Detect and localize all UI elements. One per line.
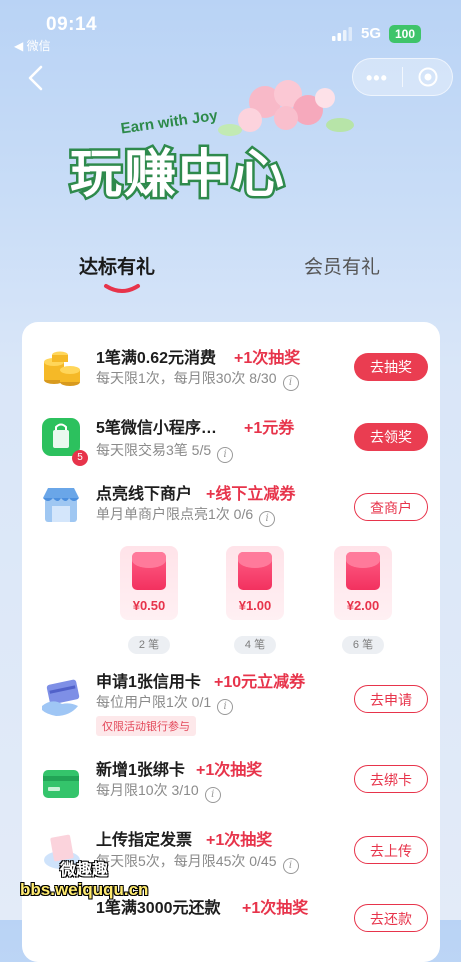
capsule-divider bbox=[402, 67, 403, 87]
banner-title: 玩赚中心 bbox=[70, 145, 286, 205]
claim-reward-button[interactable]: 去领奖 bbox=[354, 423, 428, 451]
eligibility-tag: 仅限活动银行参与 bbox=[96, 716, 196, 736]
task-reward: +10元立减券 bbox=[214, 674, 306, 691]
red-packet-tier[interactable]: ¥0.50 bbox=[120, 546, 178, 620]
task-desc: 每天限交易3笔 5/5 i bbox=[96, 440, 234, 463]
info-icon[interactable]: i bbox=[282, 858, 299, 874]
info-icon[interactable]: i bbox=[282, 375, 299, 391]
task-title: 1笔满0.62元消费 bbox=[96, 350, 217, 367]
red-packet-requirement: 2 笔 bbox=[128, 636, 170, 654]
task-reward: +1次抽奖 bbox=[206, 832, 273, 849]
task-reward: +1次抽奖 bbox=[242, 900, 309, 917]
flower-decoration-icon bbox=[218, 80, 354, 136]
task-row-spend: 1笔满0.62元消费 +1次抽奖 每天限1次，每月限30次 8/30 i 去抽奖 bbox=[22, 340, 440, 400]
gold-coins-icon bbox=[44, 351, 80, 386]
red-packet-amount: ¥2.00 bbox=[346, 598, 380, 613]
tab-target-rewards[interactable]: 达标有礼 bbox=[79, 252, 155, 279]
task-desc: 单月单商户限点亮1次 0/6 i bbox=[96, 504, 276, 527]
cellular-signal-icon bbox=[332, 27, 352, 41]
watermark-url: bbs.weiququ.cn bbox=[20, 880, 149, 899]
red-packet-tier[interactable]: ¥2.00 bbox=[334, 546, 392, 620]
task-reward: +1次抽奖 bbox=[196, 762, 263, 779]
task-desc: 每天限1次，每月限30次 8/30 i bbox=[96, 368, 299, 391]
task-title: 申请1张信用卡 bbox=[96, 674, 201, 691]
bank-card-icon bbox=[43, 770, 79, 798]
task-row-miniprogram: 5 5笔微信小程序… +1元券 每天限交易3笔 5/5 i 去领奖 bbox=[22, 408, 440, 468]
credit-card-hand-icon bbox=[42, 679, 80, 716]
task-desc: 每天限5次，每月限45次 0/45 i bbox=[96, 851, 299, 874]
storefront-icon bbox=[43, 488, 79, 522]
upload-invoice-button[interactable]: 去上传 bbox=[354, 836, 428, 864]
banner-subtitle: Earn with Joy bbox=[120, 107, 220, 137]
info-icon[interactable]: i bbox=[217, 699, 234, 715]
red-packet-amount: ¥0.50 bbox=[132, 598, 166, 613]
watermark-brand: 微趣趣 bbox=[60, 862, 109, 879]
task-reward: +1次抽奖 bbox=[234, 350, 301, 367]
battery-indicator: 100 bbox=[389, 25, 421, 43]
task-title: 上传指定发票 bbox=[96, 832, 193, 849]
earn-center-banner: Earn with Joy 玩赚中心 bbox=[68, 80, 354, 208]
task-row-credit-card: 申请1张信用卡 +10元立减券 每位用户限1次 0/1 i 仅限活动银行参与 去申… bbox=[22, 668, 440, 738]
network-type: 5G bbox=[361, 25, 382, 42]
red-packet-amount: ¥1.00 bbox=[238, 598, 272, 613]
status-time: 09:14 bbox=[46, 14, 98, 35]
tab-member-rewards[interactable]: 会员有礼 bbox=[304, 252, 380, 279]
back-arrow-icon[interactable] bbox=[26, 64, 46, 92]
task-reward: +1元券 bbox=[244, 420, 295, 437]
task-title: 5笔微信小程序… bbox=[96, 420, 217, 437]
task-title: 点亮线下商户 bbox=[96, 486, 193, 503]
count-badge: 5 bbox=[72, 450, 88, 466]
task-row-merchant: 点亮线下商户 +线下立减券 单月单商户限点亮1次 0/6 i 查商户 bbox=[22, 476, 440, 536]
red-packet-tier[interactable]: ¥1.00 bbox=[226, 546, 284, 620]
task-desc: 每位用户限1次 0/1 i bbox=[96, 692, 234, 715]
info-icon[interactable]: i bbox=[204, 787, 221, 803]
task-title: 新增1张绑卡 bbox=[96, 762, 185, 779]
apply-card-button[interactable]: 去申请 bbox=[354, 685, 428, 713]
back-to-wechat-link[interactable]: ◀ 微信 bbox=[14, 37, 51, 54]
task-reward: +线下立减券 bbox=[206, 486, 296, 503]
repay-button[interactable]: 去还款 bbox=[354, 904, 428, 932]
red-packet-requirement: 6 笔 bbox=[342, 636, 384, 654]
task-desc: 每月限10次 3/10 i bbox=[96, 780, 221, 803]
active-tab-indicator bbox=[104, 284, 140, 293]
info-icon[interactable]: i bbox=[217, 447, 234, 463]
draw-lottery-button[interactable]: 去抽奖 bbox=[354, 353, 428, 381]
info-icon[interactable]: i bbox=[259, 511, 276, 527]
view-merchants-button[interactable]: 查商户 bbox=[354, 493, 428, 521]
red-packet-requirement: 4 笔 bbox=[234, 636, 276, 654]
task-row-bind-card: 新增1张绑卡 +1次抽奖 每月限10次 3/10 i 去绑卡 bbox=[22, 756, 440, 816]
close-miniprogram-icon[interactable] bbox=[418, 67, 438, 87]
bind-card-button[interactable]: 去绑卡 bbox=[354, 765, 428, 793]
